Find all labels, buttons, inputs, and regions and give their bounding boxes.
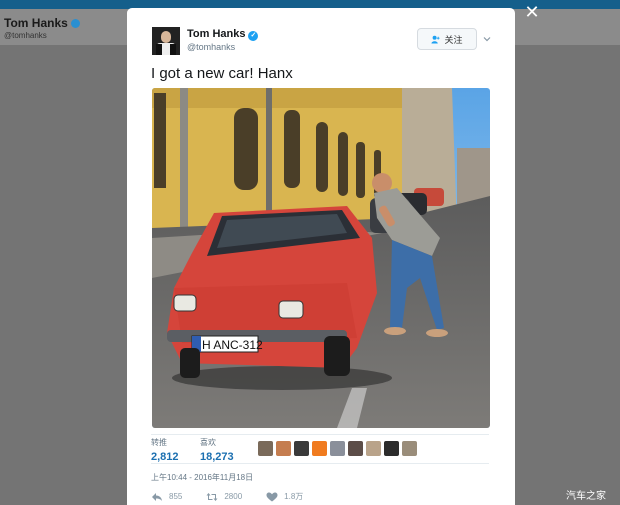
heart-icon [266, 492, 278, 501]
author-name[interactable]: Tom Hanks ✓ [187, 28, 259, 41]
lamp-post [266, 88, 272, 228]
chevron-down-icon[interactable] [481, 33, 493, 45]
author-name-text[interactable]: Tom Hanks [187, 28, 245, 40]
liker-avatar[interactable] [258, 441, 273, 456]
license-plate-text: H ANC-312 [202, 338, 263, 352]
retweets-count[interactable]: 2,812 [151, 451, 179, 463]
reply-icon [152, 492, 162, 501]
liker-avatar[interactable] [348, 441, 363, 456]
avatar[interactable] [152, 27, 180, 55]
tweet-text: I got a new car! Hanx [151, 65, 293, 82]
liker-avatar[interactable] [402, 441, 417, 456]
likes-count[interactable]: 18,273 [200, 451, 234, 463]
retweets-label: 转推 [151, 438, 167, 447]
divider-top [151, 434, 489, 435]
reply-button[interactable]: 855 [151, 492, 182, 502]
reply-count: 855 [169, 492, 183, 501]
retweet-icon [206, 492, 218, 501]
liker-avatar[interactable] [312, 441, 327, 456]
close-icon[interactable]: ✕ [524, 3, 540, 21]
tweet-timestamp[interactable]: 上午10:44 - 2016年11月18日 [151, 472, 253, 483]
background-profile-name: Tom Hanks [4, 16, 80, 30]
building-cornice [152, 88, 402, 108]
tweet-actions: 855 2800 1.8万 [151, 491, 327, 502]
car-shadow [172, 366, 392, 390]
follow-label: 关注 [444, 34, 463, 45]
retweets-stat[interactable]: 转推 2,812 [151, 437, 179, 463]
like-count: 1.8万 [284, 492, 304, 501]
liker-avatars [258, 441, 417, 456]
add-user-icon [431, 35, 441, 44]
tweet-photo[interactable]: H ANC-312 [152, 88, 490, 428]
background-profile-handle: @tomhanks [4, 31, 47, 40]
divider-bottom [151, 463, 489, 464]
author-handle[interactable]: @tomhanks [187, 42, 235, 52]
follow-button[interactable]: 关注 [417, 28, 477, 50]
verified-icon [70, 19, 80, 28]
liker-avatar[interactable] [330, 441, 345, 456]
watermark: 汽车之家 [566, 491, 606, 502]
liker-avatar[interactable] [276, 441, 291, 456]
liker-avatar[interactable] [294, 441, 309, 456]
likes-label: 喜欢 [200, 438, 216, 447]
retweet-button[interactable]: 2800 [206, 492, 242, 502]
likes-stat[interactable]: 喜欢 18,273 [200, 437, 234, 463]
avatar-face [161, 31, 171, 43]
liker-avatar[interactable] [384, 441, 399, 456]
verified-badge-icon: ✓ [248, 31, 259, 41]
like-button[interactable]: 1.8万 [266, 491, 303, 502]
avatar-jacket [156, 44, 176, 55]
tweet-modal: Tom Hanks ✓ @tomhanks 关注 I got a new car!… [127, 8, 515, 505]
liker-avatar[interactable] [366, 441, 381, 456]
retweet-count: 2800 [224, 492, 243, 501]
drain-pipe [180, 88, 188, 238]
background-name-text: Tom Hanks [4, 16, 68, 30]
